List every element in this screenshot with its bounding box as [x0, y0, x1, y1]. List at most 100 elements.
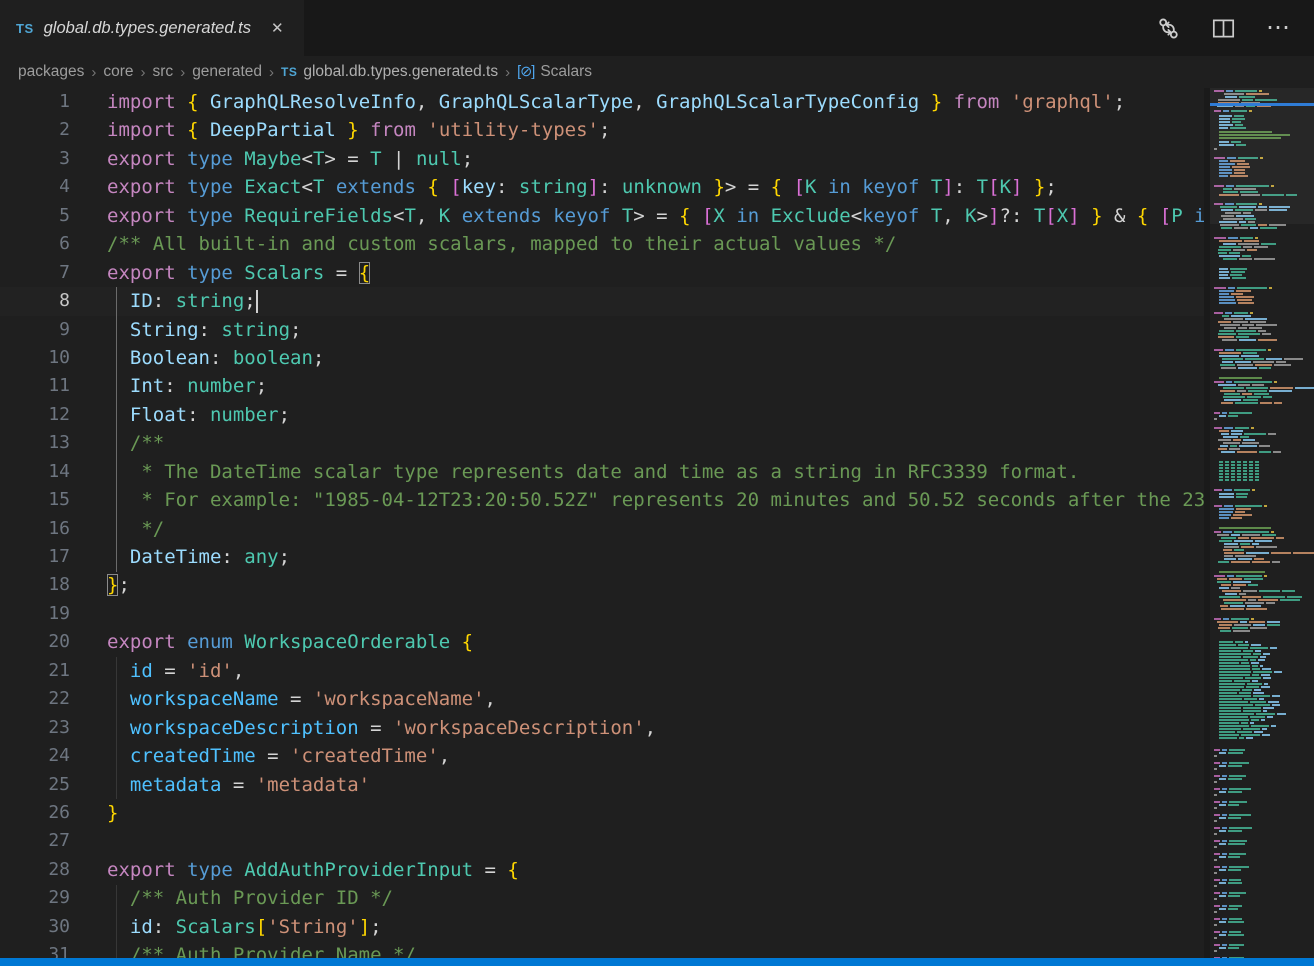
code-text: workspaceName = 'workspaceName', — [107, 685, 496, 713]
code-line[interactable]: 17 DateTime: any; — [0, 543, 1204, 571]
code-line[interactable]: 27 — [0, 827, 1204, 855]
minimap-line — [1210, 924, 1314, 926]
minimap-line — [1210, 641, 1314, 643]
minimap-gap — [1210, 305, 1314, 312]
code-line[interactable]: 19 — [0, 600, 1204, 628]
line-number: 11 — [0, 372, 70, 400]
code-text: String: string; — [107, 316, 302, 344]
line-number: 18 — [0, 571, 70, 599]
breadcrumb-item-file[interactable]: TS global.db.types.generated.ts — [281, 63, 498, 81]
code-line[interactable]: 24 createdTime = 'createdTime', — [0, 742, 1204, 770]
minimap-line — [1210, 680, 1314, 682]
minimap-line — [1210, 752, 1314, 754]
code-line[interactable]: 10 Boolean: boolean; — [0, 344, 1204, 372]
code-line[interactable]: 2import { DeepPartial } from 'utility-ty… — [0, 116, 1204, 144]
close-tab-icon[interactable]: ✕ — [267, 17, 288, 39]
minimap-line — [1210, 801, 1314, 803]
minimap-line — [1210, 662, 1314, 664]
minimap-line — [1210, 473, 1314, 475]
split-editor-icon[interactable] — [1211, 16, 1236, 41]
minimap-line — [1210, 618, 1314, 620]
minimap-line — [1210, 415, 1314, 417]
line-number: 1 — [0, 88, 70, 116]
code-text: /** Auth Provider Name */ — [107, 941, 416, 958]
minimap-line — [1210, 731, 1314, 733]
minimap-line — [1210, 775, 1314, 777]
minimap-line — [1210, 713, 1314, 715]
minimap-line — [1210, 853, 1314, 855]
code-text: /** Auth Provider ID */ — [107, 884, 393, 912]
code-line[interactable]: 31 /** Auth Provider Name */ — [0, 941, 1204, 958]
code-line[interactable]: 13 /** — [0, 429, 1204, 457]
minimap-line — [1210, 627, 1314, 629]
breadcrumb-item-src[interactable]: src — [153, 63, 174, 81]
breadcrumb-item-packages[interactable]: packages — [18, 63, 84, 81]
code-line[interactable]: 4export type Exact<T extends { [key: str… — [0, 173, 1204, 201]
minimap-line — [1210, 287, 1314, 289]
typescript-file-icon: TS — [281, 65, 297, 79]
code-line[interactable]: 8 ID: string; — [0, 287, 1204, 315]
code-line[interactable]: 5export type RequireFields<T, K extends … — [0, 202, 1204, 230]
breadcrumb-file-label: global.db.types.generated.ts — [303, 63, 498, 80]
minimap-line — [1210, 393, 1314, 395]
minimap-line — [1210, 695, 1314, 697]
minimap-line — [1210, 719, 1314, 721]
code-line[interactable]: 23 workspaceDescription = 'workspaceDesc… — [0, 714, 1204, 742]
code-text: metadata = 'metadata' — [107, 771, 370, 799]
editor[interactable]: 1import { GraphQLResolveInfo, GraphQLSca… — [0, 88, 1204, 958]
minimap-line — [1210, 237, 1314, 239]
minimap-line — [1210, 312, 1314, 314]
line-number: 5 — [0, 202, 70, 230]
minimap-line — [1210, 367, 1314, 369]
minimap-slider[interactable] — [1210, 88, 1314, 224]
minimap-line — [1210, 866, 1314, 868]
code-line[interactable]: 16 */ — [0, 515, 1204, 543]
code-line[interactable]: 28export type AddAuthProviderInput = { — [0, 856, 1204, 884]
breadcrumb-item-symbol-scalars[interactable]: [⊘]Scalars — [517, 63, 592, 81]
minimap-line — [1210, 934, 1314, 936]
minimap-gap — [1210, 564, 1314, 571]
tab-global-db-types-generated-ts[interactable]: TS global.db.types.generated.ts ✕ — [0, 0, 304, 56]
code-text: export type Maybe<T> = T | null; — [107, 145, 473, 173]
minimap-line — [1210, 496, 1314, 498]
minimap-line — [1210, 349, 1314, 351]
typescript-file-icon: TS — [16, 21, 34, 36]
code-line[interactable]: 3export type Maybe<T> = T | null; — [0, 145, 1204, 173]
code-text: workspaceDescription = 'workspaceDescrip… — [107, 714, 656, 742]
line-number: 27 — [0, 827, 70, 855]
code-line[interactable]: 7export type Scalars = { — [0, 259, 1204, 287]
code-line[interactable]: 22 workspaceName = 'workspaceName', — [0, 685, 1204, 713]
minimap-line — [1210, 470, 1314, 472]
minimap-gap — [1210, 405, 1314, 412]
minimap-line — [1210, 882, 1314, 884]
line-number: 31 — [0, 941, 70, 958]
minimap-line — [1210, 387, 1314, 389]
minimap-line — [1210, 605, 1314, 607]
minimap-line — [1210, 918, 1314, 920]
minimap-line — [1210, 677, 1314, 679]
code-line[interactable]: 29 /** Auth Provider ID */ — [0, 884, 1204, 912]
minimap-line — [1210, 399, 1314, 401]
minimap[interactable] — [1210, 88, 1314, 960]
code-line[interactable]: 11 Int: number; — [0, 372, 1204, 400]
minimap-line — [1210, 461, 1314, 463]
breadcrumb-item-generated[interactable]: generated — [192, 63, 262, 81]
code-line[interactable]: 15 * For example: "1985-04-12T23:20:50.5… — [0, 486, 1204, 514]
code-line[interactable]: 12 Float: number; — [0, 401, 1204, 429]
minimap-line — [1210, 686, 1314, 688]
minimap-line — [1210, 402, 1314, 404]
code-line[interactable]: 25 metadata = 'metadata' — [0, 771, 1204, 799]
open-changes-icon[interactable] — [1156, 16, 1181, 41]
more-actions-icon[interactable]: ⋯ — [1266, 18, 1290, 38]
code-line[interactable]: 14 * The DateTime scalar type represents… — [0, 458, 1204, 486]
code-line[interactable]: 26} — [0, 799, 1204, 827]
code-line[interactable]: 9 String: string; — [0, 316, 1204, 344]
minimap-line — [1210, 698, 1314, 700]
code-line[interactable]: 30 id: Scalars['String']; — [0, 913, 1204, 941]
code-line[interactable]: 20export enum WorkspaceOrderable { — [0, 628, 1204, 656]
code-line[interactable]: 21 id = 'id', — [0, 657, 1204, 685]
breadcrumb-item-core[interactable]: core — [103, 63, 133, 81]
code-line[interactable]: 1import { GraphQLResolveInfo, GraphQLSca… — [0, 88, 1204, 116]
code-line[interactable]: 6/** All built-in and custom scalars, ma… — [0, 230, 1204, 258]
code-line[interactable]: 18}; — [0, 571, 1204, 599]
